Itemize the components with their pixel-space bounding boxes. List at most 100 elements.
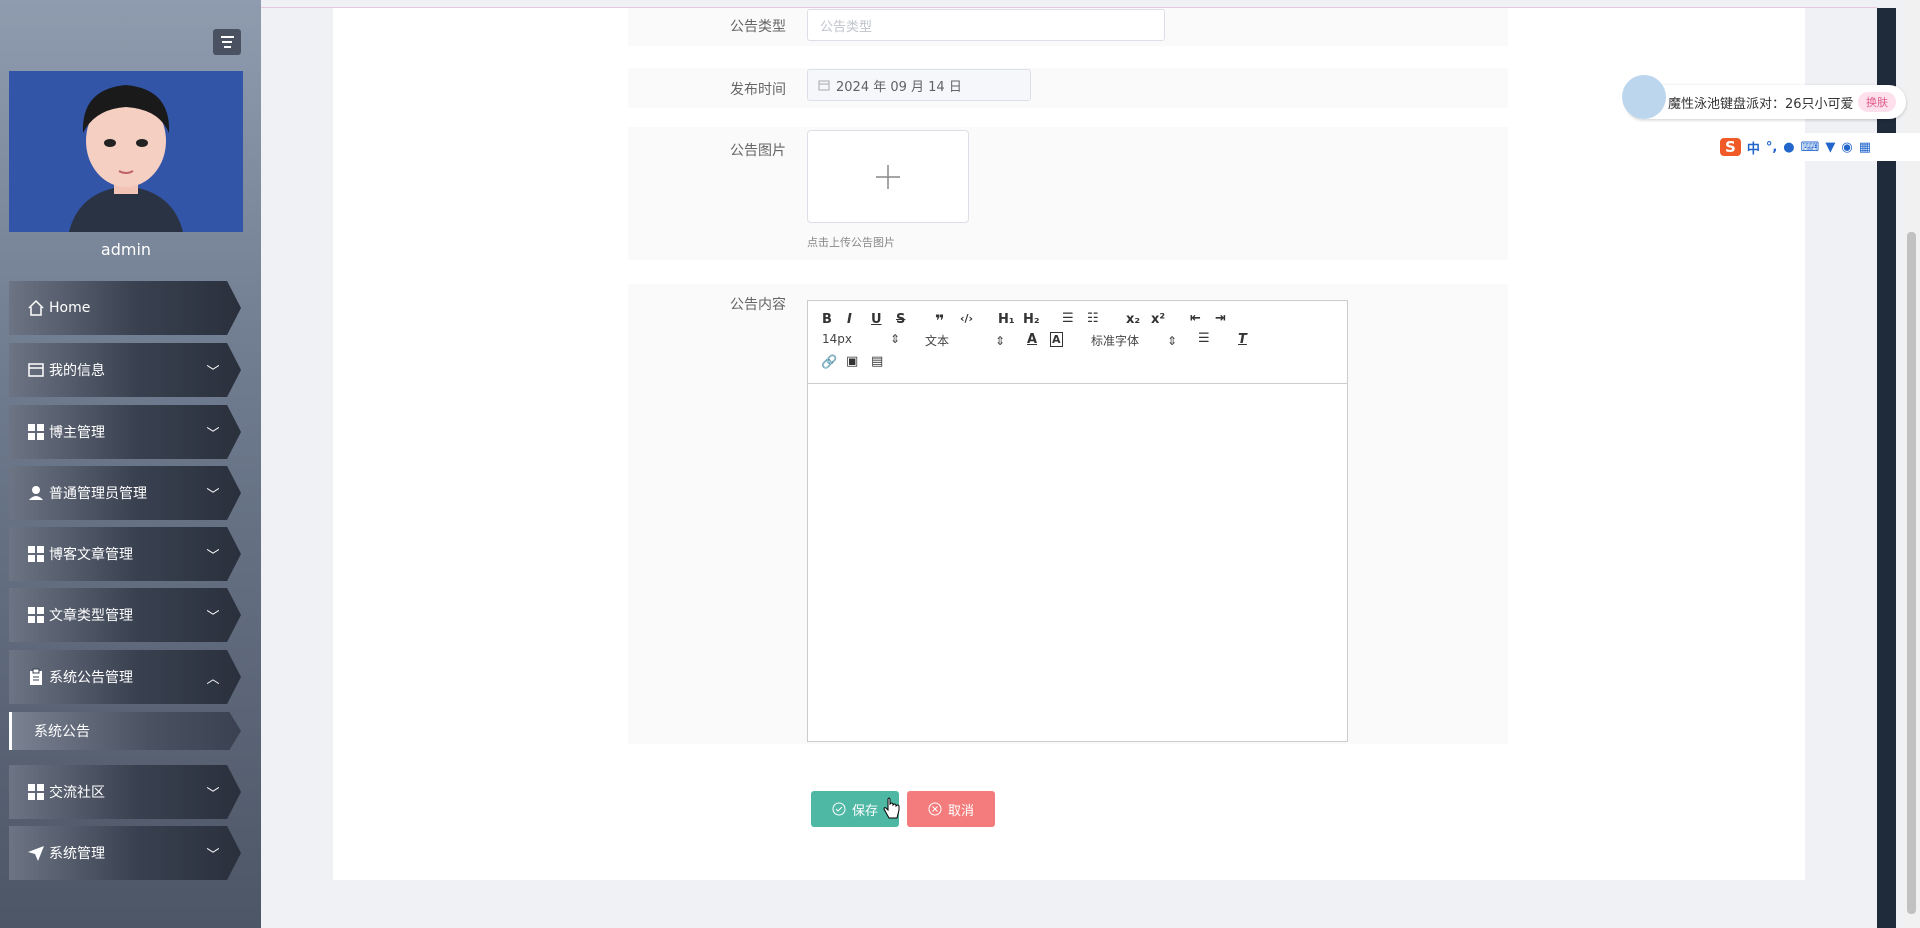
sidebar-item-label: 文章类型管理 xyxy=(49,608,133,624)
bold-button[interactable]: B xyxy=(822,312,832,327)
sidebar-item-blogger-mgmt[interactable]: 博主管理 ﹀ xyxy=(9,405,241,459)
type-label: 公告类型 xyxy=(730,19,786,35)
username: admin xyxy=(100,240,152,259)
chevron-down-icon: ﹀ xyxy=(206,548,220,564)
editor-content-area[interactable] xyxy=(808,384,1347,741)
sidebar-item-notice-mgmt[interactable]: 系统公告管理 ︿ xyxy=(9,650,241,704)
sidebar-item-article-mgmt[interactable]: 博客文章管理 ﹀ xyxy=(9,527,241,581)
chevron-down-icon: ﹀ xyxy=(206,426,220,442)
rich-text-editor: B I U S ❞ ‹/› H₁ H₂ ☰ ☷ x₂ x² ⇤ ⇥ 14px ⇕ … xyxy=(807,300,1348,742)
h2-button[interactable]: H₂ xyxy=(1023,312,1040,327)
chevron-down-icon: ﹀ xyxy=(206,487,220,503)
text-style-select[interactable]: 文本 ⇕ xyxy=(925,332,1005,349)
superscript-button[interactable]: x² xyxy=(1151,312,1165,327)
cancel-label: 取消 xyxy=(947,803,974,819)
sidebar-item-admin-mgmt[interactable]: 普通管理员管理 ﹀ xyxy=(9,466,241,520)
cancel-button[interactable]: 取消 xyxy=(907,791,995,827)
hand-cursor-icon xyxy=(883,797,900,819)
ordered-list-button[interactable]: ☰ xyxy=(1062,311,1074,326)
sidebar-item-home[interactable]: Home xyxy=(9,281,241,335)
h1-button[interactable]: H₁ xyxy=(998,312,1015,327)
chevron-down-icon: ﹀ xyxy=(206,609,220,625)
font-color-button[interactable]: A xyxy=(1027,332,1037,347)
ime-avatar xyxy=(1622,75,1666,119)
plus-icon xyxy=(876,164,900,189)
ime-news-bubble[interactable]: 魔性泳池键盘派对：26只小可爱 换肤 xyxy=(1622,75,1906,119)
image-label: 公告图片 xyxy=(730,143,786,159)
image-hint: 点击上传公告图片 xyxy=(807,236,895,249)
send-icon xyxy=(27,844,45,862)
avatar xyxy=(9,71,243,232)
keyboard-icon[interactable]: ⌨ xyxy=(1801,140,1820,155)
close-circle-icon xyxy=(928,802,942,816)
sidebar-item-article-type-mgmt[interactable]: 文章类型管理 ﹀ xyxy=(9,588,241,642)
italic-button[interactable]: I xyxy=(847,312,852,327)
form-row-type: 公告类型 公告类型 xyxy=(628,8,1508,46)
chevron-down-icon: ﹀ xyxy=(206,364,220,380)
grid-icon xyxy=(27,545,45,563)
sidebar-item-label: 博主管理 xyxy=(49,425,105,441)
bullet-list-button[interactable]: ☷ xyxy=(1087,311,1099,326)
font-family-select[interactable]: 标准字体 ⇕ xyxy=(1091,332,1177,349)
grid-icon xyxy=(27,783,45,801)
editor-toolbar: B I U S ❞ ‹/› H₁ H₂ ☰ ☷ x₂ x² ⇤ ⇥ 14px ⇕ … xyxy=(808,301,1347,384)
grid-icon xyxy=(27,423,45,441)
sidebar-item-label: 系统管理 xyxy=(49,846,105,862)
font-size-select[interactable]: 14px ⇕ xyxy=(822,332,900,346)
sidebar-item-label: 我的信息 xyxy=(49,363,105,379)
chevron-up-icon: ︿ xyxy=(206,671,220,687)
avatar-illustration xyxy=(9,71,243,232)
date-label: 发布时间 xyxy=(730,82,786,98)
type-input[interactable]: 公告类型 xyxy=(807,9,1165,41)
home-icon xyxy=(27,299,45,317)
scrollbar-thumb[interactable] xyxy=(1907,232,1916,914)
punctuation-icon[interactable]: °, xyxy=(1766,140,1777,155)
form-row-date: 发布时间 2024 年 09 月 14 日 xyxy=(628,68,1508,108)
grid-icon xyxy=(27,606,45,624)
indent-button[interactable]: ⇥ xyxy=(1215,311,1226,326)
sidebar-subitem-label: 系统公告 xyxy=(34,724,90,740)
sidebar-item-label: Home xyxy=(49,300,91,316)
ime-toolbar: S 中 °, ● ⌨ ▼ ◉ ▦ xyxy=(1716,133,1920,161)
blockquote-button[interactable]: ❞ xyxy=(935,311,944,330)
apps-grid-icon[interactable]: ▦ xyxy=(1859,140,1871,155)
sidebar-item-my-info[interactable]: 我的信息 ﹀ xyxy=(9,343,241,397)
date-picker[interactable]: 2024 年 09 月 14 日 xyxy=(807,69,1031,101)
code-block-button[interactable]: ‹/› xyxy=(960,312,973,325)
align-button[interactable]: ☰ xyxy=(1198,331,1210,346)
ime-skin-button[interactable]: 换肤 xyxy=(1858,92,1896,112)
clipboard-icon xyxy=(27,668,45,686)
outdent-button[interactable]: ⇤ xyxy=(1190,311,1201,326)
sogou-logo-icon[interactable]: S xyxy=(1720,138,1741,156)
chevron-down-icon: ﹀ xyxy=(206,786,220,802)
background-color-button[interactable]: A xyxy=(1050,332,1063,347)
calendar-icon xyxy=(818,80,830,91)
link-icon[interactable]: 🔗 xyxy=(821,355,837,370)
gamepad-icon[interactable]: ◉ xyxy=(1841,140,1852,155)
strike-button[interactable]: S xyxy=(896,312,905,327)
menu-collapse-button[interactable] xyxy=(213,29,241,55)
underline-button[interactable]: U xyxy=(871,312,882,327)
sidebar-item-label: 博客文章管理 xyxy=(49,547,133,563)
sidebar-subitem-system-notice[interactable]: 系统公告 xyxy=(9,712,241,750)
microphone-icon[interactable]: ● xyxy=(1783,140,1794,155)
sidebar-item-label: 交流社区 xyxy=(49,785,105,801)
subscript-button[interactable]: x₂ xyxy=(1126,312,1140,327)
sidebar: admin Home 我的信息 ﹀ 博主管理 ﹀ 普通管理员管理 ﹀ 博客文章管… xyxy=(0,0,261,928)
type-placeholder: 公告类型 xyxy=(820,19,873,35)
skin-shirt-icon[interactable]: ▼ xyxy=(1825,140,1835,155)
content-label: 公告内容 xyxy=(730,297,786,313)
clear-format-button[interactable]: T xyxy=(1238,332,1247,347)
sidebar-item-community[interactable]: 交流社区 ﹀ xyxy=(9,765,241,819)
chevron-down-icon: ﹀ xyxy=(206,847,220,863)
sidebar-item-system-mgmt[interactable]: 系统管理 ﹀ xyxy=(9,826,241,880)
ime-lang-toggle[interactable]: 中 xyxy=(1747,138,1760,157)
save-label: 保存 xyxy=(851,803,878,819)
form-row-image: 公告图片 点击上传公告图片 xyxy=(628,127,1508,260)
user-icon xyxy=(27,484,45,502)
image-uploader[interactable] xyxy=(807,130,969,223)
video-icon[interactable]: ▤ xyxy=(871,354,883,369)
card-icon xyxy=(27,361,45,379)
ime-news-text: 魔性泳池键盘派对：26只小可爱 xyxy=(1668,96,1854,112)
image-icon[interactable]: ▣ xyxy=(846,354,858,369)
